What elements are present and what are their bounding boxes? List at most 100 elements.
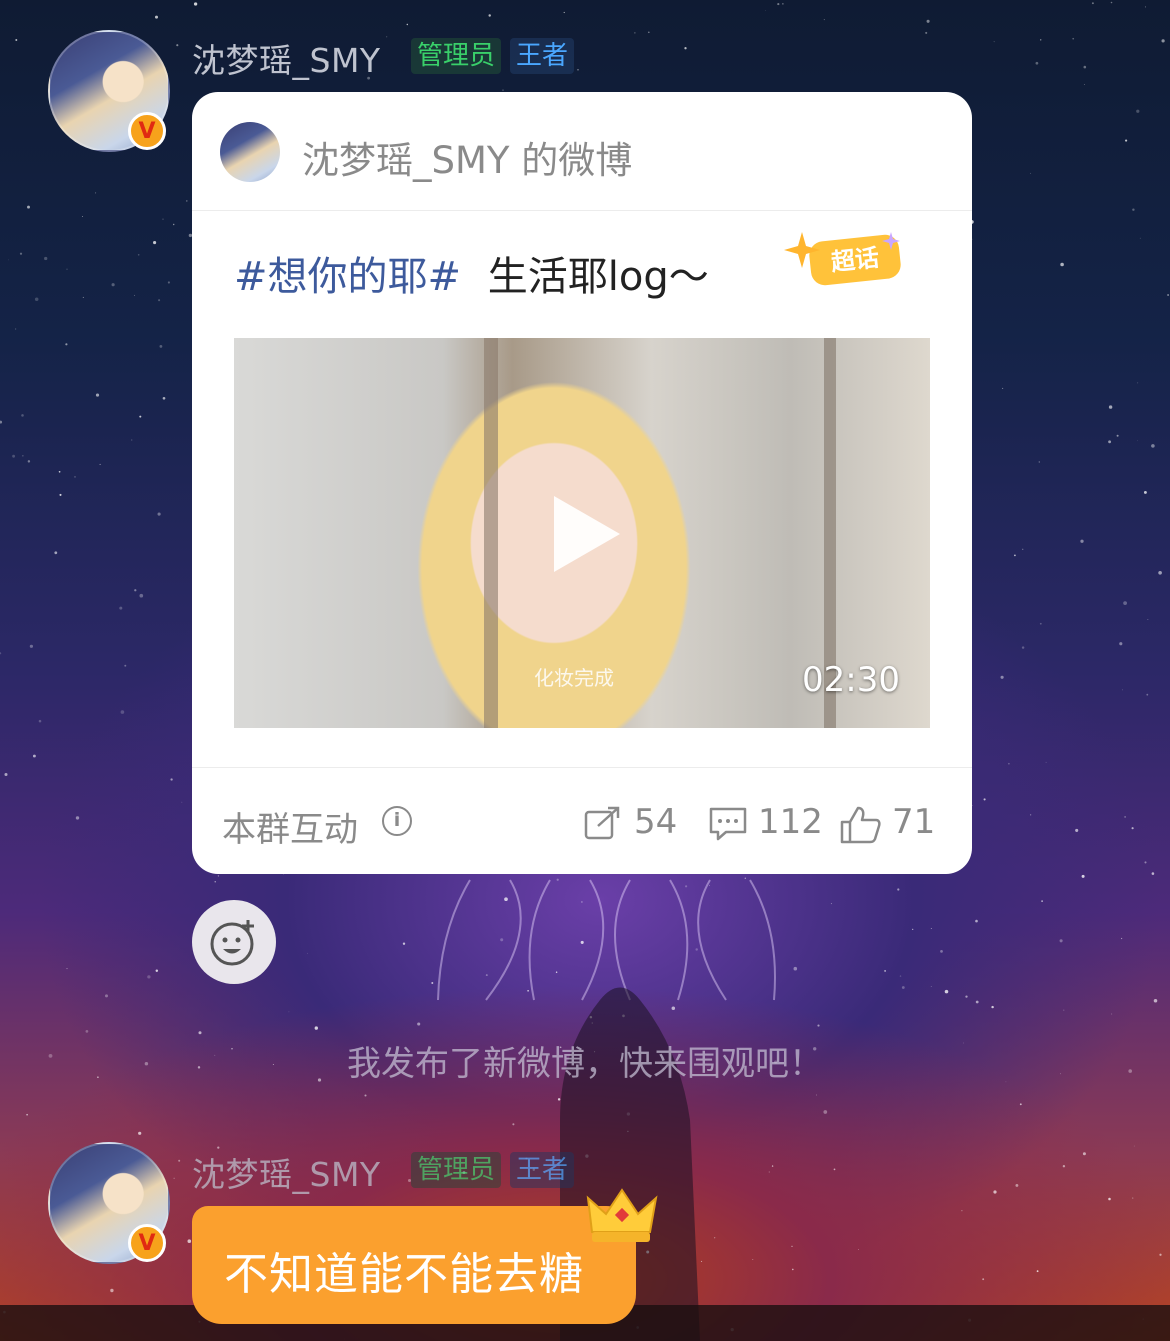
star <box>134 589 137 592</box>
add-reaction-button[interactable] <box>192 900 276 984</box>
star <box>167 281 170 284</box>
star <box>59 493 62 496</box>
repost-icon[interactable] <box>584 806 622 840</box>
star <box>1161 39 1165 43</box>
star <box>162 218 164 220</box>
post-body: 生活耶log～ <box>487 254 709 300</box>
star <box>791 1245 793 1247</box>
star <box>0 652 2 655</box>
star <box>983 798 986 801</box>
like-count: 71 <box>892 802 936 842</box>
comment-count: 112 <box>758 802 823 842</box>
video-duration: 02:30 <box>802 660 900 700</box>
star <box>1125 139 1128 142</box>
star <box>1039 622 1042 625</box>
light-streak <box>581 879 605 1001</box>
light-streak <box>528 879 551 1001</box>
star <box>622 1014 625 1018</box>
star <box>1143 490 1147 494</box>
star <box>155 15 158 19</box>
star <box>504 897 508 902</box>
star <box>765 10 767 11</box>
star <box>926 19 930 23</box>
star <box>402 942 406 945</box>
post-hashtag[interactable]: #想你的耶# <box>234 254 461 300</box>
group-interaction-label: 本群互动 <box>222 810 358 850</box>
star <box>1021 646 1025 649</box>
star <box>823 1110 828 1114</box>
star <box>581 901 583 903</box>
star <box>1039 39 1042 41</box>
star <box>982 1278 985 1281</box>
verified-v-icon: V <box>128 1224 166 1262</box>
star <box>961 1210 963 1212</box>
star <box>1151 872 1155 875</box>
star <box>1041 900 1043 902</box>
video-thumbnail[interactable]: 化妆完成 02:30 <box>234 338 930 728</box>
star <box>897 888 900 891</box>
star <box>1137 382 1139 384</box>
star <box>1000 675 1004 679</box>
weibo-share-card[interactable]: 沈梦瑶_SMY 的微博 #想你的耶# 生活耶log～ 超话 化妆完成 02:30… <box>192 92 972 874</box>
star <box>1142 1318 1144 1320</box>
star <box>771 1165 774 1167</box>
star <box>1030 172 1032 174</box>
star <box>22 455 24 457</box>
star <box>66 968 68 970</box>
star <box>940 950 943 953</box>
star <box>32 754 36 758</box>
star <box>26 1113 28 1116</box>
star <box>1120 937 1123 940</box>
star <box>1132 208 1135 211</box>
star <box>12 454 16 458</box>
star <box>591 1022 594 1024</box>
star <box>502 89 504 91</box>
info-icon[interactable]: i <box>382 806 412 836</box>
light-streak <box>749 879 776 1001</box>
system-message: 我发布了新微博，快来围观吧！ <box>347 1044 823 1084</box>
star <box>1082 1152 1086 1156</box>
star <box>1062 1165 1066 1168</box>
play-icon[interactable] <box>554 496 620 572</box>
star <box>792 1268 794 1271</box>
star <box>557 1098 561 1101</box>
star <box>968 1318 972 1322</box>
star <box>993 1190 997 1194</box>
star <box>82 216 83 217</box>
star <box>965 995 968 998</box>
card-header[interactable]: 沈梦瑶_SMY 的微博 <box>192 92 972 211</box>
light-streak <box>669 879 689 1001</box>
level-tag: 王者 <box>510 38 575 74</box>
star <box>1111 1013 1113 1015</box>
star <box>95 393 100 397</box>
star <box>185 200 188 202</box>
star <box>134 294 135 296</box>
star <box>912 928 914 931</box>
sender-name[interactable]: 沈梦瑶_SMY <box>192 1148 381 1196</box>
star <box>27 205 30 209</box>
star <box>139 415 142 418</box>
star <box>577 69 579 71</box>
star <box>181 801 183 803</box>
star <box>1144 861 1147 864</box>
star <box>975 919 978 923</box>
star <box>110 1288 114 1293</box>
star <box>555 971 558 974</box>
star <box>105 994 108 998</box>
star <box>1038 461 1041 463</box>
sender-name[interactable]: 沈梦瑶_SMY <box>192 34 381 82</box>
star <box>627 1130 629 1133</box>
admin-tag: 管理员 <box>411 38 502 74</box>
star <box>1167 294 1170 296</box>
message-bubble[interactable]: 不知道能不能去糖 <box>192 1206 636 1324</box>
star <box>636 1326 640 1329</box>
comment-icon[interactable] <box>708 806 748 842</box>
star <box>768 1171 770 1173</box>
star <box>217 875 220 877</box>
star <box>626 1112 631 1116</box>
sparkle-small-icon <box>882 232 900 250</box>
like-icon[interactable] <box>840 806 882 844</box>
star <box>1147 619 1149 620</box>
admin-tag: 管理员 <box>411 1152 502 1188</box>
star <box>944 989 949 994</box>
